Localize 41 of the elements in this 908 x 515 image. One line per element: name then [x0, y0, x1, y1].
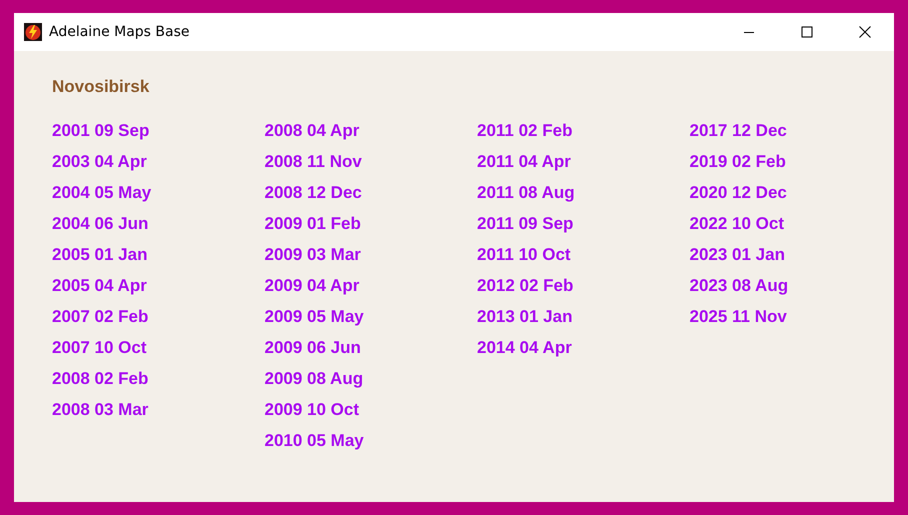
- date-link[interactable]: 2009 08 Aug: [264, 363, 364, 394]
- date-link[interactable]: 2023 01 Jan: [690, 239, 785, 270]
- date-link[interactable]: 2011 02 Feb: [477, 115, 572, 146]
- date-link[interactable]: 2009 03 Mar: [264, 239, 361, 270]
- date-link[interactable]: 2008 11 Nov: [264, 146, 362, 177]
- date-link[interactable]: 2004 05 May: [52, 177, 152, 208]
- date-link[interactable]: 2011 10 Oct: [477, 239, 571, 270]
- date-link[interactable]: 2008 12 Dec: [264, 177, 362, 208]
- date-link[interactable]: 2023 08 Aug: [690, 270, 788, 301]
- date-link[interactable]: 2005 04 Apr: [52, 270, 147, 301]
- date-link[interactable]: 2017 12 Dec: [690, 115, 787, 146]
- date-link[interactable]: 2007 02 Feb: [52, 301, 148, 332]
- date-link[interactable]: 2020 12 Dec: [690, 177, 787, 208]
- date-link[interactable]: 2011 09 Sep: [477, 208, 574, 239]
- date-link[interactable]: 2004 06 Jun: [52, 208, 148, 239]
- date-link[interactable]: 2001 09 Sep: [52, 115, 150, 146]
- date-link[interactable]: 2009 10 Oct: [264, 394, 360, 425]
- date-link[interactable]: 2019 02 Feb: [690, 146, 786, 177]
- date-link[interactable]: 2009 06 Jun: [264, 332, 361, 363]
- date-link[interactable]: 2009 04 Apr: [264, 270, 360, 301]
- close-icon: [859, 26, 871, 38]
- date-link[interactable]: 2010 05 May: [264, 425, 364, 456]
- date-link[interactable]: 2011 08 Aug: [477, 177, 575, 208]
- lightning-icon: [24, 23, 42, 41]
- date-link[interactable]: 2011 04 Apr: [477, 146, 571, 177]
- date-link[interactable]: 2008 04 Apr: [264, 115, 360, 146]
- date-link[interactable]: 2005 01 Jan: [52, 239, 148, 270]
- date-link[interactable]: 2009 01 Feb: [264, 208, 361, 239]
- date-link[interactable]: 2003 04 Apr: [52, 146, 147, 177]
- date-link[interactable]: 2014 04 Apr: [477, 332, 572, 363]
- maximize-icon: [801, 26, 813, 38]
- city-heading: Novosibirsk: [52, 77, 150, 97]
- date-link[interactable]: 2008 02 Feb: [52, 363, 148, 394]
- date-link[interactable]: 2009 05 May: [264, 301, 364, 332]
- date-link[interactable]: 2008 03 Mar: [52, 394, 148, 425]
- date-link[interactable]: 2025 11 Nov: [690, 301, 787, 332]
- date-link[interactable]: 2013 01 Jan: [477, 301, 572, 332]
- date-link[interactable]: 2012 02 Feb: [477, 270, 574, 301]
- window-title: Adelaine Maps Base: [49, 24, 190, 40]
- date-link[interactable]: 2007 10 Oct: [52, 332, 147, 363]
- date-link[interactable]: 2022 10 Oct: [690, 208, 784, 239]
